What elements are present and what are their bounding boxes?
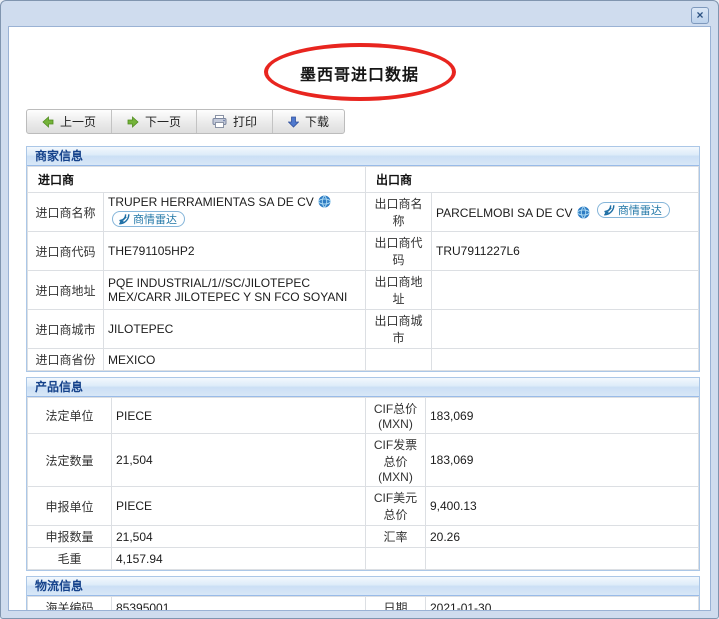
field-value: 20.26 <box>426 526 699 548</box>
globe-icon[interactable] <box>318 195 331 211</box>
field-label <box>366 349 432 371</box>
field-value <box>432 310 699 349</box>
field-label: 汇率 <box>366 526 426 548</box>
field-label: 进口商省份 <box>28 349 104 371</box>
field-label: 进口商地址 <box>28 271 104 310</box>
field-value: THE791105HP2 <box>104 232 366 271</box>
field-label: CIF总价(MXN) <box>366 398 426 434</box>
table-row: 进口商 出口商 <box>28 167 699 193</box>
field-value <box>432 271 699 310</box>
table-row: 进口商代码 THE791105HP2 出口商代码 TRU7911227L6 <box>28 232 699 271</box>
logistics-table: 海关编码 85395001 日期 2021-01-30 原产国 CHINA 运输… <box>27 596 699 611</box>
merchant-table: 进口商 出口商 进口商名称 TRUPER HERRAMIENTAS SA DE … <box>27 166 699 371</box>
field-label: CIF美元总价 <box>366 487 426 526</box>
field-value: PIECE <box>112 398 366 434</box>
field-label: 出口商地址 <box>366 271 432 310</box>
field-value: 183,069 <box>426 434 699 487</box>
blue-arrow-down-icon <box>288 116 299 128</box>
table-row: 进口商省份 MEXICO <box>28 349 699 371</box>
table-row: 申报单位 PIECE CIF美元总价 9,400.13 <box>28 487 699 526</box>
field-label: 申报数量 <box>28 526 112 548</box>
print-label: 打印 <box>233 113 257 130</box>
close-icon[interactable]: × <box>691 7 709 24</box>
download-label: 下载 <box>305 113 329 130</box>
field-label: CIF发票总价(MXN) <box>366 434 426 487</box>
table-row: 海关编码 85395001 日期 2021-01-30 <box>28 597 699 612</box>
table-row: 进口商城市 JILOTEPEC 出口商城市 <box>28 310 699 349</box>
radar-icon <box>118 213 130 225</box>
field-value: MEXICO <box>104 349 366 371</box>
field-value: 183,069 <box>426 398 699 434</box>
field-label: 进口商名称 <box>28 193 104 232</box>
dialog-body: 墨西哥进口数据 上一页 下一页 打印 下载 <box>8 26 711 611</box>
field-value: 21,504 <box>112 526 366 548</box>
download-button[interactable]: 下载 <box>273 110 344 133</box>
field-value: 21,504 <box>112 434 366 487</box>
importer-name-cell: TRUPER HERRAMIENTAS SA DE CV 商情雷达 <box>104 193 366 232</box>
field-value <box>426 548 699 570</box>
next-page-label: 下一页 <box>145 113 181 130</box>
field-label <box>366 548 426 570</box>
field-value <box>432 349 699 371</box>
printer-icon <box>212 115 227 128</box>
field-value: 2021-01-30 <box>426 597 699 612</box>
field-label: 出口商城市 <box>366 310 432 349</box>
field-value: PIECE <box>112 487 366 526</box>
import-data-dialog: × 墨西哥进口数据 上一页 下一页 打印 下载 <box>0 0 719 619</box>
table-row: 进口商名称 TRUPER HERRAMIENTAS SA DE CV 商情雷达 … <box>28 193 699 232</box>
field-value: PQE INDUSTRIAL/1//SC/JILOTEPEC MEX/CARR … <box>104 271 366 310</box>
field-label: 法定数量 <box>28 434 112 487</box>
table-row: 法定数量 21,504 CIF发票总价(MXN) 183,069 <box>28 434 699 487</box>
prev-page-label: 上一页 <box>60 113 96 130</box>
prev-page-button[interactable]: 上一页 <box>27 110 111 133</box>
print-button[interactable]: 打印 <box>197 110 272 133</box>
product-section-header: 产品信息 <box>27 378 699 397</box>
sections: 商家信息 进口商 出口商 进口商名称 TRUPER HERRAMIENTAS S… <box>26 146 700 611</box>
field-label: 申报单位 <box>28 487 112 526</box>
field-label: 进口商城市 <box>28 310 104 349</box>
table-row: 毛重 4,157.94 <box>28 548 699 570</box>
field-label: 出口商代码 <box>366 232 432 271</box>
radar-badge[interactable]: 商情雷达 <box>112 211 185 227</box>
merchant-section-header: 商家信息 <box>27 147 699 166</box>
merchant-section: 商家信息 进口商 出口商 进口商名称 TRUPER HERRAMIENTAS S… <box>26 146 700 372</box>
field-value: TRU7911227L6 <box>432 232 699 271</box>
field-value: 9,400.13 <box>426 487 699 526</box>
radar-icon <box>603 204 615 216</box>
radar-badge[interactable]: 商情雷达 <box>597 202 670 218</box>
exporter-column-header: 出口商 <box>366 167 699 193</box>
title-area: 墨西哥进口数据 <box>9 27 710 105</box>
field-value: 4,157.94 <box>112 548 366 570</box>
field-label: 海关编码 <box>28 597 112 612</box>
field-label: 进口商代码 <box>28 232 104 271</box>
field-label: 毛重 <box>28 548 112 570</box>
importer-name: TRUPER HERRAMIENTAS SA DE CV <box>108 195 314 209</box>
exporter-name: PARCELMOBI SA DE CV <box>436 206 572 220</box>
logistics-section-header: 物流信息 <box>27 577 699 596</box>
logistics-section: 物流信息 海关编码 85395001 日期 2021-01-30 原产国 CHI… <box>26 576 700 611</box>
page-title: 墨西哥进口数据 <box>300 61 419 85</box>
next-page-button[interactable]: 下一页 <box>112 110 196 133</box>
globe-icon[interactable] <box>577 206 590 222</box>
table-row: 申报数量 21,504 汇率 20.26 <box>28 526 699 548</box>
product-table: 法定单位 PIECE CIF总价(MXN) 183,069 法定数量 21,50… <box>27 397 699 570</box>
field-label: 法定单位 <box>28 398 112 434</box>
radar-badge-label: 商情雷达 <box>618 202 662 218</box>
field-value: JILOTEPEC <box>104 310 366 349</box>
field-label: 出口商名称 <box>366 193 432 232</box>
pager-toolbar: 上一页 下一页 打印 下载 <box>26 109 345 134</box>
importer-column-header: 进口商 <box>28 167 366 193</box>
exporter-name-cell: PARCELMOBI SA DE CV 商情雷达 <box>432 193 699 232</box>
product-section: 产品信息 法定单位 PIECE CIF总价(MXN) 183,069 法定数量 … <box>26 377 700 571</box>
table-row: 法定单位 PIECE CIF总价(MXN) 183,069 <box>28 398 699 434</box>
radar-badge-label: 商情雷达 <box>133 211 177 227</box>
field-label: 日期 <box>366 597 426 612</box>
green-arrow-right-icon <box>127 116 139 128</box>
field-value: 85395001 <box>112 597 366 612</box>
green-arrow-left-icon <box>42 116 54 128</box>
table-row: 进口商地址 PQE INDUSTRIAL/1//SC/JILOTEPEC MEX… <box>28 271 699 310</box>
dialog-titlebar: × <box>1 1 718 26</box>
